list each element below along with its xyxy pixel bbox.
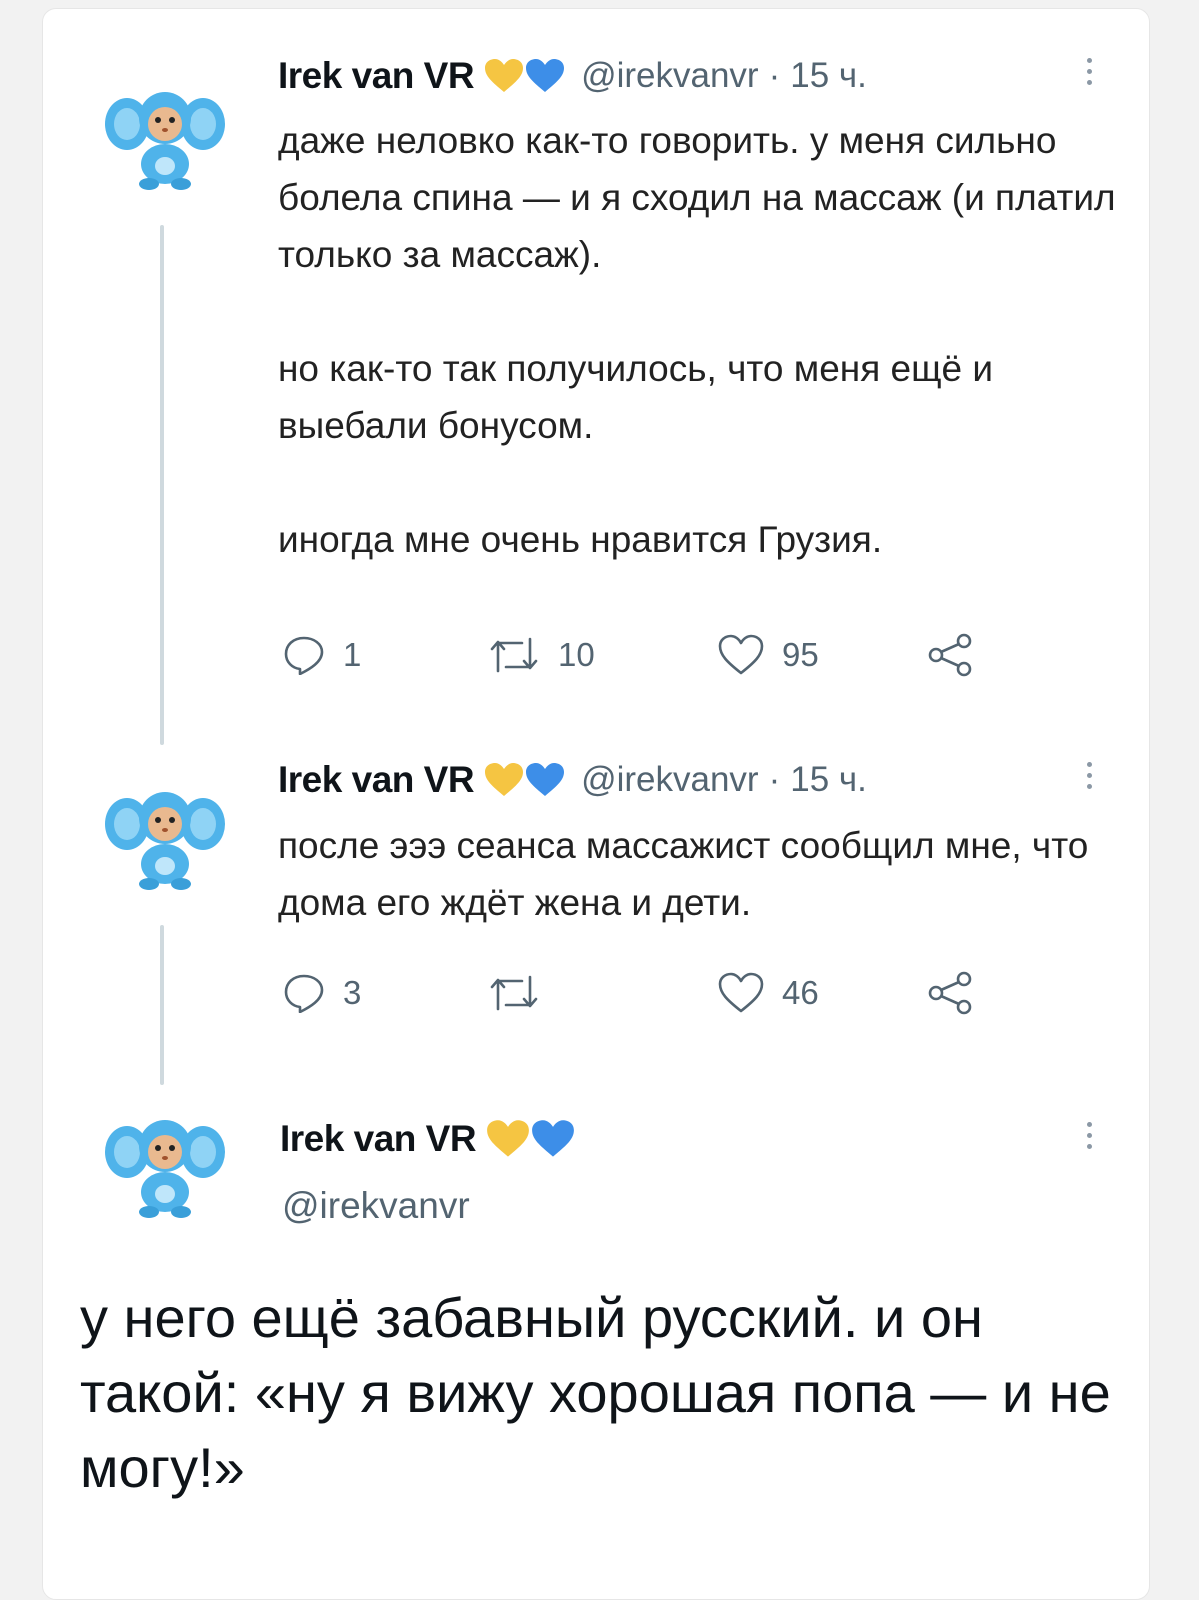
more-options-icon[interactable]	[1079, 54, 1099, 98]
like-count: 95	[782, 636, 819, 673]
like-button[interactable]: 46	[718, 968, 819, 1018]
main-tweet-header: Irek van VR	[280, 1111, 575, 1167]
like-icon	[718, 634, 764, 675]
reply-count: 1	[343, 636, 362, 673]
display-name[interactable]: Irek van VR	[278, 55, 475, 97]
user-handle[interactable]: @irekvanvr	[282, 1185, 470, 1227]
flag-hearts	[484, 762, 565, 798]
main-tweet-text: у него ещё забавный русский. и он такой:…	[80, 1286, 1111, 1499]
yellow-heart-icon	[487, 1120, 529, 1157]
tweet-text: даже неловко как-то говорить. у меня сил…	[278, 120, 1116, 560]
share-button[interactable]	[928, 968, 974, 1018]
user-handle[interactable]: @irekvanvr	[581, 760, 759, 800]
like-icon	[718, 972, 764, 1013]
user-handle[interactable]: @irekvanvr	[581, 56, 759, 96]
separator-dot: ·	[768, 56, 781, 95]
more-options-icon[interactable]	[1079, 758, 1099, 802]
tweet-header: Irek van VR @irekvanvr · 15 ч.	[278, 755, 867, 805]
retweet-button[interactable]: 10	[488, 630, 595, 680]
reply-button[interactable]: 3	[283, 968, 361, 1018]
flag-hearts	[484, 58, 565, 94]
yellow-heart-icon	[485, 59, 524, 92]
timestamp[interactable]: 15 ч.	[790, 760, 867, 800]
thread-connector-line	[160, 925, 164, 1085]
flag-hearts	[486, 1119, 575, 1159]
avatar[interactable]	[105, 782, 225, 892]
share-button[interactable]	[928, 630, 974, 680]
like-count: 46	[782, 974, 819, 1011]
reply-icon	[284, 636, 324, 675]
avatar[interactable]	[105, 82, 225, 192]
blue-heart-icon	[526, 59, 565, 92]
share-icon	[928, 633, 972, 677]
reply-icon	[284, 974, 324, 1013]
blue-heart-icon	[532, 1120, 574, 1157]
reply-button[interactable]: 1	[283, 630, 361, 680]
like-button[interactable]: 95	[718, 630, 819, 680]
more-options-icon[interactable]	[1079, 1118, 1099, 1162]
timestamp[interactable]: 15 ч.	[790, 56, 867, 96]
blue-heart-icon	[526, 763, 565, 796]
thread-connector-line	[160, 225, 164, 745]
separator-dot: ·	[768, 760, 781, 799]
tweet-text: после эээ сеанса массажист сообщил мне, …	[278, 825, 1099, 923]
avatar[interactable]	[105, 1110, 225, 1220]
retweet-icon	[490, 975, 538, 1011]
retweet-icon	[490, 637, 538, 673]
reply-count: 3	[343, 974, 362, 1011]
tweet-header: Irek van VR @irekvanvr · 15 ч.	[278, 51, 867, 101]
display-name[interactable]: Irek van VR	[278, 759, 475, 801]
display-name[interactable]: Irek van VR	[280, 1118, 477, 1160]
share-icon	[928, 971, 972, 1015]
tweet-actions: 3 46	[283, 968, 1003, 1018]
tweet-actions: 1 10 95	[283, 630, 1003, 680]
yellow-heart-icon	[485, 763, 524, 796]
retweet-button[interactable]	[488, 968, 558, 1018]
retweet-count: 10	[558, 636, 595, 673]
